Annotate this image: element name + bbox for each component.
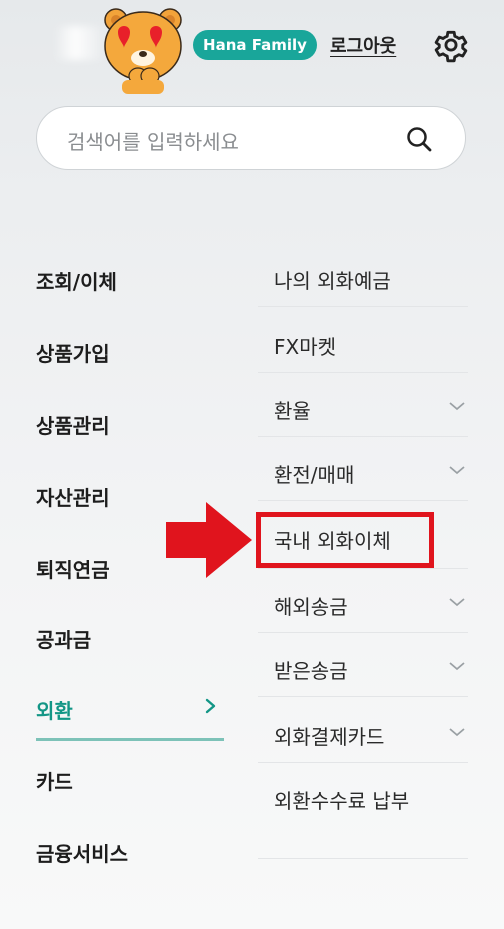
left-menu-pension[interactable]: 퇴직연금 [36,554,110,583]
chevron-down-icon[interactable] [448,400,466,412]
divider [258,372,468,373]
submenu-fx-market[interactable]: FX마켓 [274,331,468,360]
submenu-my-fx-deposit[interactable]: 나의 외화예금 [274,265,468,294]
active-menu-underline [36,738,224,741]
chevron-down-icon[interactable] [448,596,466,608]
submenu-currency-exchange[interactable]: 환전/매매 [274,459,468,488]
left-menu-financial-services[interactable]: 금융서비스 [36,838,128,867]
red-arrow-icon [166,502,252,578]
submenu-fx-payment-card[interactable]: 외화결제카드 [274,721,468,750]
bear-character-heart-eyes-icon [104,8,182,94]
chevron-right-icon [205,698,216,714]
highlight-box [256,512,434,568]
left-menu-product-join[interactable]: 상품가입 [36,338,110,367]
divider [258,568,468,569]
submenu-exchange-rate[interactable]: 환율 [274,395,468,424]
left-menu-card[interactable]: 카드 [36,766,73,795]
left-menu-asset-manage[interactable]: 자산관리 [36,482,110,511]
search-icon[interactable] [405,125,433,153]
left-menu-utility-bills[interactable]: 공과금 [36,624,91,653]
left-menu-product-manage[interactable]: 상품관리 [36,410,110,439]
submenu-overseas-remittance[interactable]: 해외송금 [274,591,468,620]
divider [258,762,468,763]
chevron-down-icon[interactable] [448,726,466,738]
family-badge[interactable]: Hana Family [193,30,317,60]
chevron-down-icon[interactable] [448,660,466,672]
search-input[interactable]: 검색어를 입력하세요 [67,126,239,155]
divider [258,500,468,501]
divider [258,306,468,307]
divider [258,436,468,437]
left-menu-inquiry-transfer[interactable]: 조회/이체 [36,266,117,295]
divider [258,632,468,633]
blurred-username [54,26,106,60]
divider [258,858,468,859]
logout-link[interactable]: 로그아웃 [330,32,396,58]
chevron-down-icon[interactable] [448,464,466,476]
submenu-fx-fee-payment[interactable]: 외환수수료 납부 [274,785,434,817]
submenu-received-remittance[interactable]: 받은송금 [274,655,468,684]
gear-icon[interactable] [432,26,470,64]
left-menu-foreign-exchange[interactable]: 외환 [36,695,73,724]
search-bar[interactable]: 검색어를 입력하세요 [36,106,466,170]
divider [258,696,468,697]
